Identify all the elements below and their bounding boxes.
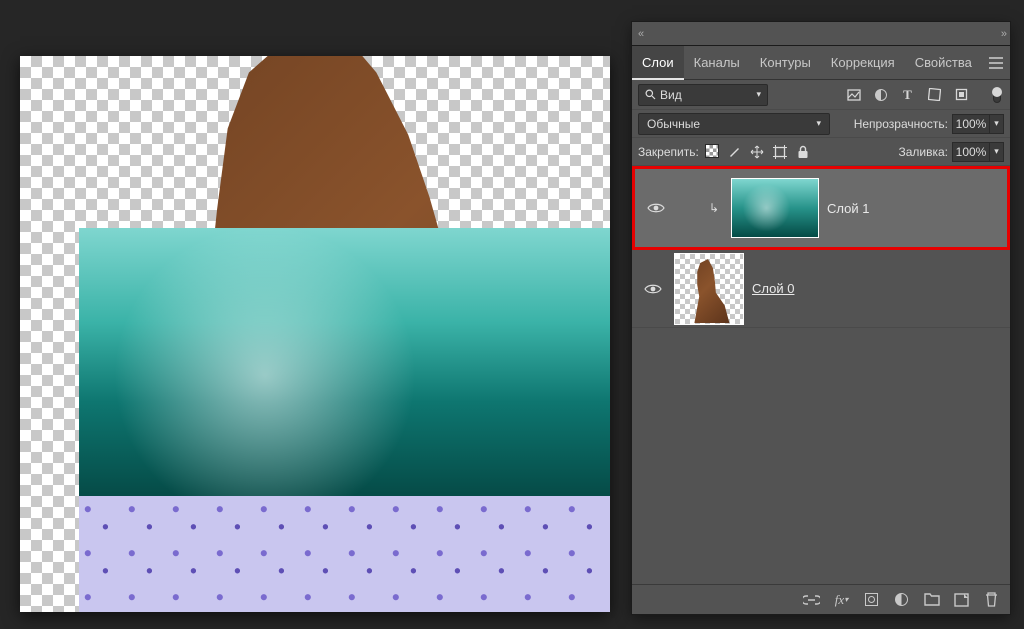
search-icon — [645, 89, 656, 100]
layer-list: ↳ Слой 1 Слой 0 — [632, 166, 1010, 556]
layer-thumbnail[interactable] — [731, 178, 819, 238]
panel-topbar: « » — [632, 22, 1010, 46]
tab-adjustments-label: Коррекция — [831, 55, 895, 70]
filter-pixel-icon[interactable] — [846, 87, 861, 102]
lock-position-icon[interactable] — [750, 144, 765, 159]
panel-footer: fx▾ — [632, 584, 1010, 614]
tab-paths[interactable]: Контуры — [750, 46, 821, 79]
tab-layers-label: Слои — [642, 55, 674, 70]
filter-smartobject-icon[interactable] — [954, 87, 969, 102]
canvas-stage — [0, 0, 627, 629]
adjustment-layer-icon[interactable] — [893, 591, 910, 608]
fill-input[interactable] — [952, 142, 990, 162]
clipping-mask-icon: ↳ — [705, 201, 723, 215]
filter-shape-icon[interactable] — [927, 87, 942, 102]
layer-filter-label: Вид — [660, 88, 682, 102]
tab-layers[interactable]: Слои — [632, 46, 684, 80]
opacity-input[interactable] — [952, 114, 990, 134]
filter-toggle-switch[interactable] — [989, 87, 1004, 102]
filter-row: Вид ▾ T — [632, 80, 1010, 110]
fill-spinner[interactable]: ▾ — [952, 142, 1004, 162]
lock-row: Закрепить: Заливка: ▾ — [632, 138, 1010, 166]
layers-panel: « » Слои Каналы Контуры Коррекция Свойст… — [632, 22, 1010, 614]
lock-artboard-icon[interactable] — [773, 144, 788, 159]
artwork-blouse-layer — [79, 496, 610, 612]
lock-label: Закрепить: — [638, 145, 699, 159]
lock-brush-icon[interactable] — [727, 144, 742, 159]
new-layer-icon[interactable] — [953, 591, 970, 608]
layer-name[interactable]: Слой 1 — [827, 201, 869, 216]
layer-name[interactable]: Слой 0 — [752, 281, 794, 296]
filter-adjustment-icon[interactable] — [873, 87, 888, 102]
tab-strip: Слои Каналы Контуры Коррекция Свойства — [632, 46, 1010, 80]
lock-transparent-pixels-icon[interactable] — [705, 144, 719, 158]
link-layers-icon[interactable] — [803, 591, 820, 608]
blend-mode-dropdown[interactable]: Обычные ▾ — [638, 113, 830, 135]
fill-label: Заливка: — [898, 145, 948, 159]
panel-collapse-left-icon[interactable]: « — [638, 28, 641, 40]
tab-channels-label: Каналы — [694, 55, 740, 70]
chevron-down-icon[interactable]: ▾ — [990, 142, 1004, 162]
layer-filter-dropdown[interactable]: Вид ▾ — [638, 84, 768, 106]
tab-channels[interactable]: Каналы — [684, 46, 750, 79]
layer-group-icon[interactable] — [923, 591, 940, 608]
artwork[interactable] — [20, 56, 610, 612]
tab-adjustments[interactable]: Коррекция — [821, 46, 905, 79]
tab-paths-label: Контуры — [760, 55, 811, 70]
panel-menu-button[interactable] — [982, 46, 1010, 79]
panel-collapse-right-icon[interactable]: » — [1001, 28, 1004, 40]
layer-row[interactable]: ↳ Слой 1 — [632, 166, 1010, 250]
visibility-toggle-icon[interactable] — [644, 280, 662, 298]
chevron-down-icon[interactable]: ▾ — [990, 114, 1004, 134]
visibility-toggle-icon[interactable] — [647, 199, 665, 217]
layer-row[interactable]: Слой 0 — [632, 250, 1010, 328]
lock-all-icon[interactable] — [796, 144, 811, 159]
blend-mode-value: Обычные — [647, 117, 700, 131]
layer-style-icon[interactable]: fx▾ — [833, 591, 850, 608]
layer-mask-icon[interactable] — [863, 591, 880, 608]
hamburger-icon — [989, 57, 1003, 69]
blend-row: Обычные ▾ Непрозрачность: ▾ — [632, 110, 1010, 138]
artwork-sea-layer — [79, 228, 610, 496]
opacity-label: Непрозрачность: — [854, 117, 948, 131]
delete-layer-icon[interactable] — [983, 591, 1000, 608]
tab-properties-label: Свойства — [915, 55, 972, 70]
opacity-spinner[interactable]: ▾ — [952, 114, 1004, 134]
chevron-down-icon: ▾ — [756, 89, 761, 100]
layer-thumbnail[interactable] — [674, 253, 744, 325]
chevron-down-icon: ▾ — [816, 118, 821, 129]
filter-type-icon[interactable]: T — [900, 87, 915, 102]
tab-properties[interactable]: Свойства — [905, 46, 982, 79]
